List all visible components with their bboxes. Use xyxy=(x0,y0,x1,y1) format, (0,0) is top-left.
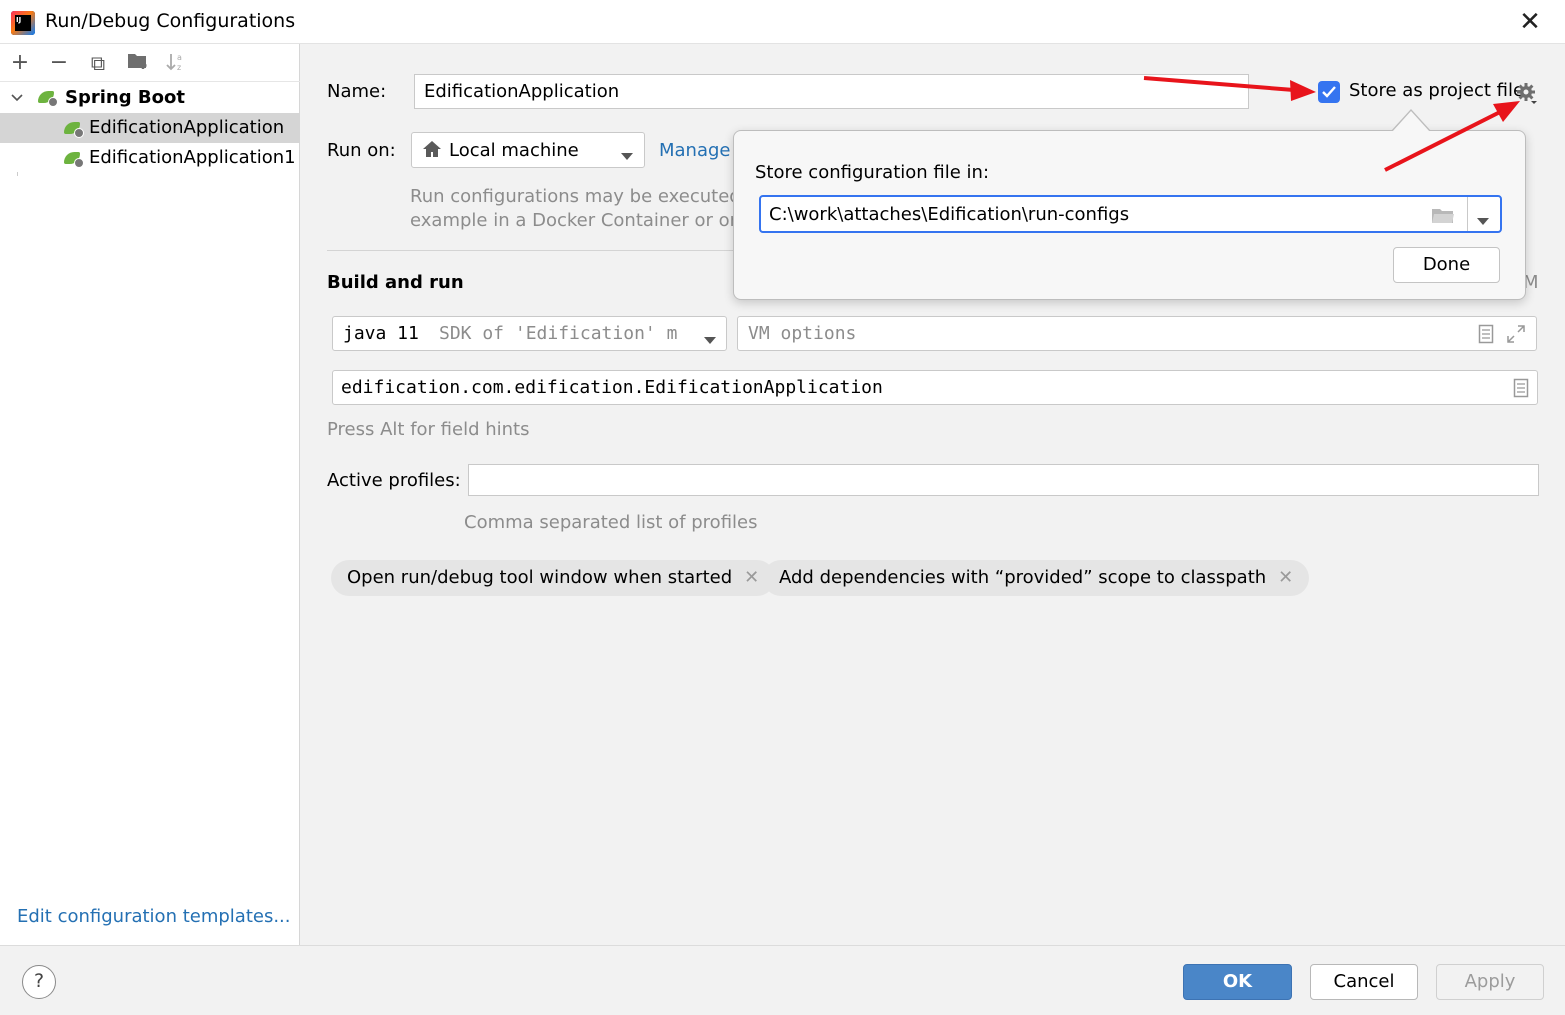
chevron-down-icon xyxy=(620,145,634,166)
tree-guide-line xyxy=(17,172,18,176)
section-divider xyxy=(327,250,737,251)
intellij-app-icon: IJ xyxy=(11,11,35,35)
svg-text:z: z xyxy=(177,63,181,72)
chevron-down-icon xyxy=(703,329,717,350)
tree-item-edification-application1[interactable]: EdificationApplication1 xyxy=(0,143,300,173)
name-input[interactable]: EdificationApplication xyxy=(414,74,1249,109)
vm-options-placeholder: VM options xyxy=(748,323,857,344)
run-on-label: Run on: xyxy=(327,140,396,161)
done-button[interactable]: Done xyxy=(1393,247,1500,283)
tree-item-label: EdificationApplication1 xyxy=(89,147,296,168)
active-profiles-label: Active profiles: xyxy=(327,470,461,491)
svg-text:a: a xyxy=(177,53,182,62)
chip-label: Open run/debug tool window when started xyxy=(347,567,733,588)
tree-item-edification-application[interactable]: EdificationApplication xyxy=(0,113,300,143)
run-on-dropdown[interactable]: Local machine xyxy=(411,132,645,168)
cancel-button[interactable]: Cancel xyxy=(1310,964,1418,1000)
spring-boot-icon xyxy=(38,89,58,107)
spring-boot-config-icon xyxy=(64,120,84,138)
folder-icon[interactable] xyxy=(1431,205,1455,230)
new-folder-icon[interactable] xyxy=(126,51,150,75)
apply-button[interactable]: Apply xyxy=(1436,964,1544,1000)
tree-group-label: Spring Boot xyxy=(65,87,185,108)
home-icon xyxy=(422,140,442,163)
name-label: Name: xyxy=(327,81,387,102)
edit-templates-link[interactable]: Edit configuration templates... xyxy=(17,906,291,927)
add-icon[interactable]: + xyxy=(8,51,32,75)
chip-label: Add dependencies with “provided” scope t… xyxy=(779,567,1267,588)
sidebar-toolbar: + − ⧉ az xyxy=(0,44,300,82)
main-class-value: edification.com.edification.EdificationA… xyxy=(341,377,883,398)
run-on-hint-line2: example in a Docker Container or on a xyxy=(410,210,758,231)
alt-hint: Press Alt for field hints xyxy=(327,419,530,440)
run-on-value: Local machine xyxy=(449,140,579,161)
gear-icon[interactable] xyxy=(1516,82,1538,104)
main-class-input[interactable]: edification.com.edification.EdificationA… xyxy=(332,370,1538,405)
tree-group-spring-boot[interactable]: Spring Boot xyxy=(0,83,300,113)
jre-detail: SDK of 'Edification' m xyxy=(439,323,678,344)
help-icon[interactable]: ? xyxy=(22,965,56,999)
expand-text-icon[interactable] xyxy=(1478,324,1494,349)
popup-label: Store configuration file in: xyxy=(755,162,990,183)
checkmark-icon xyxy=(1322,86,1336,98)
run-on-hint-line1: Run configurations may be executed lo xyxy=(410,186,763,207)
ok-button[interactable]: OK xyxy=(1183,964,1292,1000)
dialog-button-bar: ? OK Cancel Apply xyxy=(0,945,1565,1015)
build-and-run-heading: Build and run xyxy=(327,272,464,293)
configurations-sidebar: + − ⧉ az Spring Boot EdificationApplicat… xyxy=(0,44,300,945)
config-path-input[interactable]: C:\work\attaches\Edification\run-configs xyxy=(769,204,1129,225)
title-bar: IJ Run/Debug Configurations ✕ xyxy=(0,0,1565,44)
chevron-down-icon[interactable] xyxy=(1476,210,1490,231)
chip-close-icon[interactable]: ✕ xyxy=(1278,567,1293,588)
sort-icon[interactable]: az xyxy=(164,51,188,75)
jre-version: java 11 xyxy=(343,323,419,344)
store-as-project-checkbox[interactable] xyxy=(1318,81,1340,103)
chip-close-icon[interactable]: ✕ xyxy=(744,567,759,588)
config-path-combo[interactable]: C:\work\attaches\Edification\run-configs xyxy=(759,195,1502,233)
jre-dropdown[interactable]: java 11 SDK of 'Edification' m xyxy=(332,316,727,351)
copy-icon[interactable]: ⧉ xyxy=(86,51,110,75)
chip-open-tool-window: Open run/debug tool window when started ✕ xyxy=(331,560,776,596)
maximize-icon[interactable] xyxy=(1506,324,1526,349)
close-icon[interactable]: ✕ xyxy=(1516,8,1544,36)
store-as-project-label[interactable]: Store as project file xyxy=(1349,80,1524,101)
name-input-value: EdificationApplication xyxy=(424,81,620,102)
profiles-hint: Comma separated list of profiles xyxy=(464,512,758,533)
store-location-popup: Store configuration file in: C:\work\att… xyxy=(733,130,1526,300)
browse-class-icon[interactable] xyxy=(1513,378,1529,403)
window-title: Run/Debug Configurations xyxy=(45,10,296,32)
spring-boot-config-icon xyxy=(64,150,84,168)
chip-provided-scope: Add dependencies with “provided” scope t… xyxy=(763,560,1310,596)
tree-item-label: EdificationApplication xyxy=(89,117,285,138)
vm-options-input[interactable]: VM options xyxy=(737,316,1537,351)
remove-icon[interactable]: − xyxy=(47,51,71,75)
active-profiles-input[interactable] xyxy=(468,464,1539,496)
manage-targets-link[interactable]: Manage xyxy=(659,140,731,161)
